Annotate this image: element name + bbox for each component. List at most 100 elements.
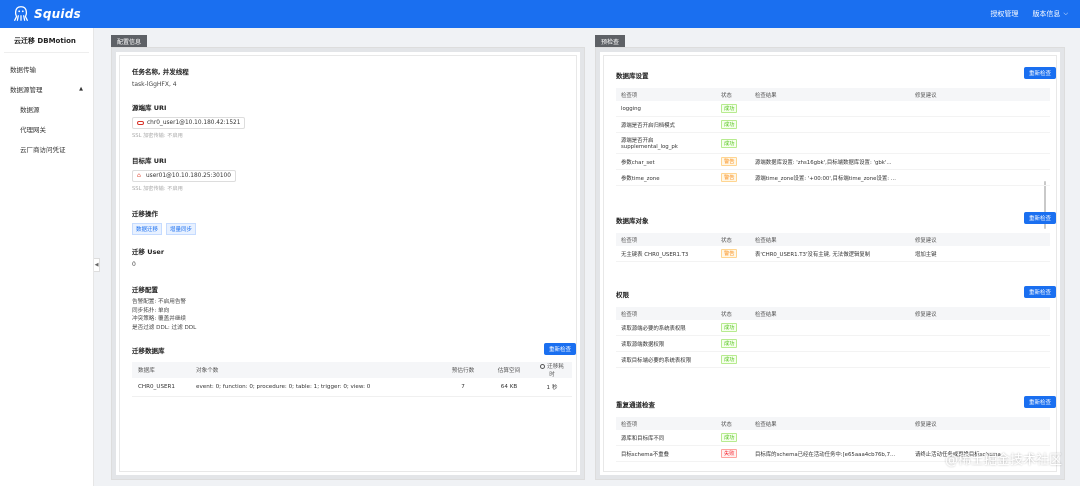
status-cell: 成功	[716, 351, 750, 368]
check-item: 源端是否开启 supplemental_log_pk	[616, 132, 716, 154]
watermark: @稀土掘金技术社区	[944, 453, 1062, 468]
sidebar-collapse-button[interactable]: ◀	[94, 258, 100, 272]
recheck-button[interactable]: 重新检查	[1024, 67, 1056, 79]
col-header: 状态	[716, 417, 750, 430]
sidebar-item-data-transfer[interactable]: 数据传输	[0, 59, 93, 79]
table-row: 读取目标端必要的系统表权限 成功	[616, 351, 1050, 368]
col-header: 预估行数	[440, 362, 486, 378]
check-item: 读取源端数据权限	[616, 335, 716, 352]
table-cell: 1 秒	[532, 378, 572, 397]
col-header: 状态	[716, 307, 750, 320]
col-header-duration: 迁移耗时	[532, 362, 572, 378]
chevron-down-icon: ⌵	[1063, 10, 1068, 17]
user-value: 0	[132, 261, 136, 268]
target-uri-box: ⌂ user01@10.10.180.25:30100	[132, 170, 236, 182]
check-item: 读取目标端必要的系统表权限	[616, 351, 716, 368]
col-header: 检查项	[616, 417, 716, 430]
chevron-left-icon: ◀	[94, 262, 99, 268]
license-management-link[interactable]: 授权管理	[990, 9, 1018, 19]
status-badge: 警告	[721, 173, 738, 182]
status-badge: 失败	[721, 449, 738, 458]
table-row: 源库和目标库不同 成功	[616, 430, 1050, 446]
version-info-menu[interactable]: 版本信息 ⌵	[1032, 9, 1068, 19]
octopus-icon	[14, 6, 28, 21]
col-header: 检查项	[616, 307, 716, 320]
table-row: 参数char_set 警告 源端数据库设置: 'zhs16gbk',目标端数据库设置…	[616, 153, 1050, 170]
sidebar: 云迁移 DBMotion 数据传输 数据源管理 ▲ 数据源 代理网关 云厂商访问…	[0, 28, 94, 486]
col-header: 检查结果	[750, 88, 910, 101]
col-header: 检查结果	[750, 307, 910, 320]
status-cell: 成功	[716, 430, 750, 446]
col-header: 检查项	[616, 233, 716, 246]
status-badge: 成功	[721, 339, 738, 348]
table-cell: 7	[440, 378, 486, 397]
table-cell: 64 KB	[486, 378, 532, 397]
precheck-panel: 数据库设置 重新检查 检查项 状态 检查结果 修复建议 logging 成功 源端…	[595, 47, 1065, 480]
caret-up-icon: ▲	[79, 86, 83, 92]
ops-label: 迁移操作	[132, 210, 158, 218]
sidebar-item-proxy-gateway[interactable]: 代理网关	[0, 119, 93, 139]
section-title-permissions: 权限	[616, 291, 629, 299]
check-table: 检查项 状态 检查结果 修复建议 无主键表 CHR0_USER1.T3 警告 表'C…	[616, 233, 1050, 262]
config-line: 告警配置: 不启用告警	[132, 299, 187, 305]
col-header: 检查结果	[750, 417, 910, 430]
status-badge: 警告	[721, 249, 738, 258]
col-header: 修复建议	[910, 417, 1050, 430]
table-row: 参数time_zone 警告 源端time_zone设置: '+00:00',目标端…	[616, 169, 1050, 186]
table-row: 读取源端数据权限 成功	[616, 335, 1050, 352]
op-tag-data-migration: 数据迁移	[132, 223, 163, 235]
col-header: 检查项	[616, 88, 716, 101]
logo[interactable]: Squids	[12, 5, 81, 23]
col-header: 数据库	[132, 362, 190, 378]
oracle-icon	[137, 121, 144, 125]
status-badge: 成功	[721, 104, 738, 113]
check-item: logging	[616, 101, 716, 117]
status-cell: 失败	[716, 445, 750, 462]
config-info-tab: 配置信息	[111, 35, 148, 47]
target-uri: user01@10.10.180.25:30100	[146, 173, 231, 179]
config-info-panel: 任务名称, 并发线程 task-lGgHFX, 4 源端库 URI chr0_u…	[111, 47, 585, 480]
col-header: 检查结果	[750, 233, 910, 246]
user-label: 迁移 User	[132, 248, 165, 256]
task-value: task-lGgHFX, 4	[132, 81, 177, 88]
target-ssl: SSL 加密传输: 不启用	[132, 186, 183, 192]
migration-db-label: 迁移数据库	[132, 347, 165, 355]
source-ssl: SSL 加密传输: 不启用	[132, 133, 183, 139]
check-item: 参数time_zone	[616, 169, 716, 186]
recheck-button[interactable]: 重新检查	[544, 343, 576, 355]
recheck-button[interactable]: 重新检查	[1024, 212, 1056, 224]
section-title-duplicate-channel: 重复通道检查	[616, 401, 655, 409]
recheck-button[interactable]: 重新检查	[1024, 286, 1056, 298]
status-badge: 成功	[721, 138, 738, 148]
table-cell: event: 0; function: 0; procedure: 0; tab…	[190, 378, 440, 397]
col-header: 对象个数	[190, 362, 440, 378]
sidebar-item-datasource[interactable]: 数据源	[0, 99, 93, 119]
check-item: 源端是否开启归档模式	[616, 116, 716, 133]
sidebar-item-datasource-management[interactable]: 数据源管理 ▲	[0, 79, 93, 99]
migration-db-table: 数据库 对象个数 预估行数 估算空间 迁移耗时 CHR0_USER1 event…	[132, 362, 572, 397]
col-header: 估算空间	[486, 362, 532, 378]
sidebar-item-cloud-credentials[interactable]: 云厂商访问凭证	[0, 139, 93, 159]
check-table: 检查项 状态 检查结果 修复建议 读取源端必要的系统表权限 成功 读取源端数据权限…	[616, 307, 1050, 368]
status-cell: 警告	[716, 246, 750, 262]
check-item: 源库和目标库不同	[616, 430, 716, 446]
check-result: 目标库的schema已经在活动任务中:[e65aaa4cb76b,7...	[750, 445, 910, 462]
fix-suggestion: 增加主键	[910, 246, 1050, 262]
config-line: 是否过滤 DDL: 过滤 DDL	[132, 324, 197, 331]
col-header: 状态	[716, 88, 750, 101]
status-cell: 成功	[716, 116, 750, 133]
status-badge: 成功	[721, 323, 738, 332]
status-cell: 成功	[716, 335, 750, 352]
task-label: 任务名称, 并发线程	[132, 68, 189, 76]
status-badge: 成功	[721, 120, 738, 129]
status-cell: 成功	[716, 320, 750, 336]
version-info-label: 版本信息	[1032, 10, 1061, 18]
recheck-button[interactable]: 重新检查	[1024, 396, 1056, 408]
config-line: 同步拓扑: 单向	[132, 307, 170, 314]
table-row: 无主键表 CHR0_USER1.T3 警告 表'CHR0_USER1.T3'没有主键…	[616, 246, 1050, 262]
status-cell: 成功	[716, 101, 750, 117]
status-cell: 警告	[716, 153, 750, 170]
col-header: 修复建议	[910, 307, 1050, 320]
top-bar: Squids 授权管理 版本信息 ⌵	[0, 0, 1080, 28]
check-result: 源端数据库设置: 'zhs16gbk',目标端数据库设置: 'gbk'...	[750, 153, 910, 170]
